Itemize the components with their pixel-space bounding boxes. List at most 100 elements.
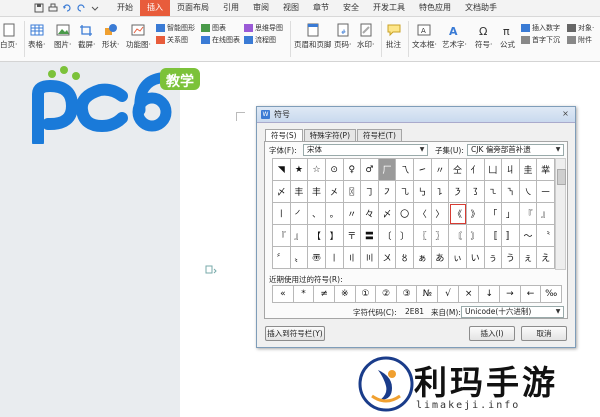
symbol-cell[interactable]: 〉 bbox=[431, 203, 450, 225]
symbol-cell[interactable]: 〃 bbox=[343, 203, 362, 225]
relation-button[interactable]: 关系图 bbox=[156, 35, 188, 45]
symbol-cell[interactable]: ⊙ bbox=[325, 159, 344, 181]
symbol-cell[interactable]: 〿 bbox=[343, 181, 362, 203]
symbol-cell[interactable]: ㇆ bbox=[361, 181, 379, 203]
symbol-cell[interactable]: 」 bbox=[502, 203, 520, 225]
symbol-cell[interactable]: 〜 bbox=[519, 225, 538, 247]
symbol-cell[interactable]: 』 bbox=[537, 203, 555, 225]
symbol-cell[interactable]: 〤 bbox=[378, 247, 397, 269]
insert-button[interactable]: 插入(I) bbox=[469, 326, 515, 341]
symbol-cell[interactable]: 丩 bbox=[502, 159, 520, 181]
page-number-button[interactable]: # 页码· bbox=[334, 23, 351, 50]
symbol-cell[interactable]: 乁 bbox=[396, 159, 414, 181]
recent-symbol-cell[interactable]: ← bbox=[520, 286, 542, 303]
menu-start[interactable]: 开始 bbox=[110, 0, 140, 16]
annex-button[interactable]: 附件 bbox=[567, 35, 592, 45]
symbol-cell[interactable]: 丰 bbox=[308, 181, 326, 203]
function-chart-button[interactable]: 功能图· bbox=[126, 23, 151, 50]
symbol-cell[interactable]: ♀ bbox=[343, 159, 362, 181]
subset-select[interactable]: CJK 偏旁部首补遗 ▼ bbox=[467, 144, 564, 156]
symbol-cell[interactable]: 圭 bbox=[519, 159, 538, 181]
menu-references[interactable]: 引用 bbox=[216, 0, 246, 16]
online-chart-button[interactable]: 在线图表 bbox=[201, 35, 240, 45]
symbol-cell[interactable]: 「 bbox=[484, 203, 503, 225]
recent-symbol-cell[interactable]: ‰ bbox=[541, 286, 562, 303]
symbol-cell[interactable]: ㇋ bbox=[449, 181, 467, 203]
textbox-button[interactable]: A 文本框· bbox=[412, 23, 437, 50]
symbol-cell[interactable]: ぅ bbox=[484, 247, 503, 269]
font-select[interactable]: 宋体 ▼ bbox=[303, 144, 428, 156]
cancel-button[interactable]: 取消 bbox=[521, 326, 567, 341]
menu-review[interactable]: 审阅 bbox=[246, 0, 276, 16]
recent-symbol-cell[interactable]: ① bbox=[355, 286, 377, 303]
shape-button[interactable]: 形状· bbox=[102, 23, 119, 50]
recent-symbol-cell[interactable]: * bbox=[293, 286, 315, 303]
recent-symbol-cell[interactable]: × bbox=[458, 286, 480, 303]
save-icon[interactable] bbox=[34, 3, 44, 13]
symbol-cell[interactable]: 丰 bbox=[290, 181, 309, 203]
tab-special-chars[interactable]: 特殊字符(P) bbox=[303, 129, 356, 141]
symbol-cell[interactable]: ぁ bbox=[414, 247, 432, 269]
tab-symbol-bar[interactable]: 符号栏(T) bbox=[357, 129, 402, 141]
recent-symbol-cell[interactable]: № bbox=[417, 286, 439, 303]
symbol-cell[interactable]: 〙 bbox=[466, 225, 485, 247]
encoding-select[interactable]: Unicode(十六进制) ▼ bbox=[461, 306, 564, 318]
menu-developer[interactable]: 开发工具 bbox=[366, 0, 412, 16]
recent-symbol-cell[interactable]: → bbox=[500, 286, 521, 303]
symbol-cell[interactable]: 〕 bbox=[396, 225, 414, 247]
symbol-cell[interactable]: 仝 bbox=[449, 159, 467, 181]
symbol-cell[interactable]: あ bbox=[431, 247, 450, 269]
symbol-cell[interactable]: ㇀ bbox=[414, 159, 432, 181]
symbol-cell[interactable]: う bbox=[502, 247, 520, 269]
menu-view[interactable]: 视图 bbox=[276, 0, 306, 16]
symbol-cell[interactable]: 丵 bbox=[537, 159, 555, 181]
symbol-cell[interactable]: ㇑ bbox=[273, 203, 291, 225]
symbol-cell[interactable]: ♂ bbox=[361, 159, 379, 181]
picture-button[interactable]: 图片· bbox=[54, 23, 71, 50]
symbol-cell[interactable]: 〚 bbox=[484, 225, 503, 247]
screenshot-button[interactable]: 截屏· bbox=[78, 23, 95, 50]
char-code-value[interactable]: 2E81 bbox=[405, 307, 424, 316]
recent-symbol-cell[interactable]: ※ bbox=[334, 286, 356, 303]
insert-number-button[interactable]: 插入数字 bbox=[521, 23, 560, 33]
symbol-cell[interactable]: 〡 bbox=[325, 247, 344, 269]
symbol-cell[interactable]: ㇒ bbox=[290, 203, 309, 225]
symbol-cell[interactable]: ☆ bbox=[308, 159, 326, 181]
symbol-cell[interactable]: 、 bbox=[308, 203, 326, 225]
symbol-cell[interactable]: ◥ bbox=[273, 159, 291, 181]
recent-symbol-cell[interactable]: ↓ bbox=[479, 286, 501, 303]
symbol-cell[interactable]: 〠 bbox=[308, 247, 326, 269]
menu-insert[interactable]: 插入 bbox=[140, 0, 170, 16]
symbol-cell[interactable]: ぃ bbox=[449, 247, 467, 269]
recent-symbol-cell[interactable]: √ bbox=[438, 286, 459, 303]
symbol-cell[interactable]: 】 bbox=[325, 225, 344, 247]
symbol-cell[interactable]: 。 bbox=[325, 203, 344, 225]
chart-button[interactable]: 图表 bbox=[201, 23, 226, 33]
symbol-cell[interactable]: 》 bbox=[466, 203, 485, 225]
symbol-cell[interactable]: 〝 bbox=[537, 225, 555, 247]
symbol-cell[interactable]: 〣 bbox=[361, 247, 379, 269]
scrollbar-thumb[interactable] bbox=[557, 169, 566, 185]
symbol-cell[interactable]: 〥 bbox=[396, 247, 414, 269]
dropdown-icon[interactable] bbox=[90, 3, 100, 13]
object-button[interactable]: 对象· bbox=[567, 23, 594, 33]
symbol-cell[interactable]: ㇌ bbox=[466, 181, 485, 203]
symbol-cell[interactable]: 厂 bbox=[378, 159, 397, 181]
symbol-cell[interactable]: 〆 bbox=[378, 203, 397, 225]
symbol-cell[interactable]: 〓 bbox=[361, 225, 379, 247]
symbol-button[interactable]: Ω 符号· bbox=[475, 23, 492, 50]
symbol-cell[interactable]: 【 bbox=[308, 225, 326, 247]
insert-to-symbol-bar-button[interactable]: 插入到符号栏(Y) bbox=[265, 326, 325, 341]
recent-symbol-cell[interactable]: ≠ bbox=[314, 286, 335, 303]
symbol-cell[interactable]: 』 bbox=[290, 225, 309, 247]
menu-security[interactable]: 安全 bbox=[336, 0, 366, 16]
redo-icon[interactable] bbox=[76, 3, 86, 13]
symbol-cell[interactable]: 〆 bbox=[273, 181, 291, 203]
grid-scrollbar[interactable] bbox=[555, 158, 566, 270]
symbol-cell[interactable]: ㇐ bbox=[537, 181, 555, 203]
symbol-cell[interactable]: 亻 bbox=[466, 159, 485, 181]
mind-map-button[interactable]: 思维导图 bbox=[244, 23, 283, 33]
symbol-cell[interactable]: 〈 bbox=[414, 203, 432, 225]
symbol-cell[interactable]: 〢 bbox=[343, 247, 362, 269]
symbol-cell[interactable]: 『 bbox=[273, 225, 291, 247]
